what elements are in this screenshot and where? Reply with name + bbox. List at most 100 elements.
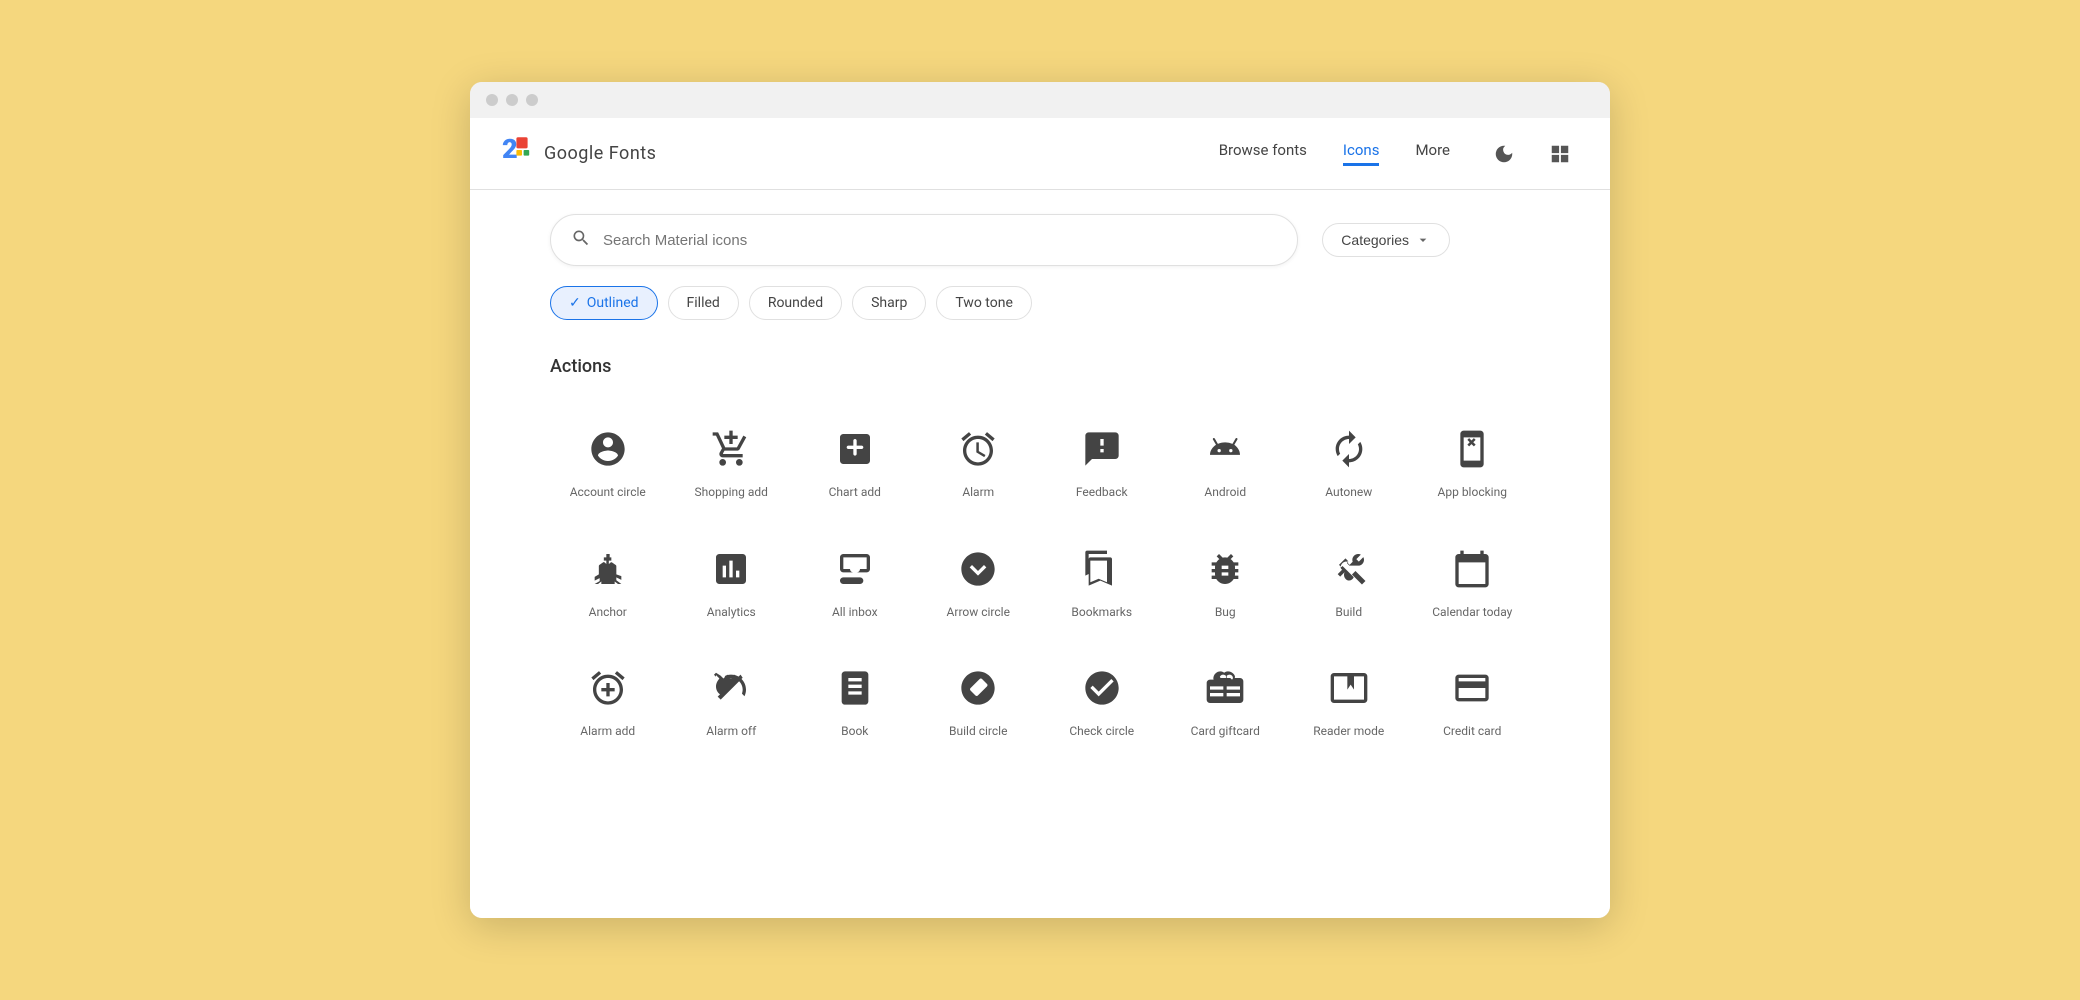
check-icon: ✓ [569,295,581,311]
pill-two-tone[interactable]: Two tone [936,286,1032,320]
alarm-add-label: Alarm add [580,724,635,740]
analytics-label: Analytics [707,605,756,621]
autonew-icon [1325,425,1373,473]
actions-section: Actions Account circle Shopping add [470,320,1610,764]
section-title-actions: Actions [550,356,1530,377]
app-blocking-icon [1448,425,1496,473]
credit-card-label: Credit card [1443,724,1501,740]
icon-grid-row2: Anchor Analytics All inbox [550,525,1530,645]
nav-more[interactable]: More [1415,141,1450,166]
pill-rounded[interactable]: Rounded [749,286,842,320]
icon-arrow-circle[interactable]: Arrow circle [921,525,1037,637]
android-label: Android [1204,485,1246,501]
icon-android[interactable]: Android [1168,405,1284,517]
card-giftcard-label: Card giftcard [1191,724,1260,740]
card-giftcard-icon [1201,664,1249,712]
icon-check-circle[interactable]: Check circle [1044,644,1160,756]
browser-dot-red [486,94,498,106]
grid-view-button[interactable] [1542,136,1578,172]
browser-bar [470,82,1610,118]
analytics-icon [707,545,755,593]
icon-bug[interactable]: Bug [1168,525,1284,637]
all-inbox-icon [831,545,879,593]
categories-button[interactable]: Categories [1322,223,1450,257]
bug-icon [1201,545,1249,593]
account-circle-label: Account circle [570,485,646,501]
calendar-today-icon [1448,545,1496,593]
icon-card-giftcard[interactable]: Card giftcard [1168,644,1284,756]
search-icon [571,228,591,253]
logo-text: Google Fonts [544,143,656,164]
chart-add-label: Chart add [829,485,881,501]
nav-icons[interactable]: Icons [1343,141,1380,166]
icon-shopping-add[interactable]: Shopping add [674,405,790,517]
build-circle-icon [954,664,1002,712]
browser-dot-yellow [506,94,518,106]
feedback-icon [1078,425,1126,473]
icon-book[interactable]: Book [797,644,913,756]
pill-filled[interactable]: Filled [668,286,739,320]
build-icon [1325,545,1373,593]
alarm-add-icon [584,664,632,712]
icon-chart-add[interactable]: Chart add [797,405,913,517]
shopping-add-label: Shopping add [695,485,768,501]
bookmarks-label: Bookmarks [1071,605,1132,621]
anchor-label: Anchor [589,605,627,621]
icon-alarm[interactable]: Alarm [921,405,1037,517]
icon-credit-card[interactable]: Credit card [1415,644,1531,756]
icon-feedback[interactable]: Feedback [1044,405,1160,517]
icon-build-circle[interactable]: Build circle [921,644,1037,756]
feedback-label: Feedback [1076,485,1128,501]
bookmarks-icon [1078,545,1126,593]
nav-links: Browse fonts Icons More [1219,141,1450,166]
shopping-add-icon [707,425,755,473]
logo-area: 2 Google Fonts [502,134,1219,173]
icon-anchor[interactable]: Anchor [550,525,666,637]
svg-text:2: 2 [502,134,517,165]
arrow-circle-label: Arrow circle [947,605,1010,621]
alarm-icon [954,425,1002,473]
main-content: 2 Google Fonts Browse fonts Icons More [470,118,1610,918]
dark-mode-button[interactable] [1486,136,1522,172]
all-inbox-label: All inbox [832,605,878,621]
account-circle-icon [584,425,632,473]
icon-bookmarks[interactable]: Bookmarks [1044,525,1160,637]
check-circle-icon [1078,664,1126,712]
icon-build[interactable]: Build [1291,525,1407,637]
book-label: Book [841,724,868,740]
icon-grid-row3: Alarm add Alarm off Book [550,644,1530,764]
browser-dot-green [526,94,538,106]
icon-all-inbox[interactable]: All inbox [797,525,913,637]
book-icon [831,664,879,712]
search-input[interactable] [603,232,1277,249]
pill-sharp[interactable]: Sharp [852,286,926,320]
icon-alarm-off[interactable]: Alarm off [674,644,790,756]
icon-autonew[interactable]: Autonew [1291,405,1407,517]
pill-outlined[interactable]: ✓ Outlined [550,286,658,320]
filter-pills: ✓ Outlined Filled Rounded Sharp Two tone [470,266,1610,320]
logo-icon: 2 [502,134,534,173]
chart-add-icon [831,425,879,473]
icon-calendar-today[interactable]: Calendar today [1415,525,1531,637]
search-section: Categories [470,190,1610,266]
build-circle-label: Build circle [949,724,1007,740]
alarm-label: Alarm [962,485,994,501]
anchor-icon [584,545,632,593]
nav-browse-fonts[interactable]: Browse fonts [1219,141,1307,166]
icon-reader-mode[interactable]: Reader mode [1291,644,1407,756]
header: 2 Google Fonts Browse fonts Icons More [470,118,1610,190]
icon-account-circle[interactable]: Account circle [550,405,666,517]
reader-mode-icon [1325,664,1373,712]
search-bar [550,214,1298,266]
calendar-today-label: Calendar today [1432,605,1512,621]
icon-analytics[interactable]: Analytics [674,525,790,637]
build-label: Build [1335,605,1362,621]
icon-app-blocking[interactable]: App blocking [1415,405,1531,517]
app-blocking-label: App blocking [1438,485,1507,501]
check-circle-label: Check circle [1069,724,1134,740]
autonew-label: Autonew [1325,485,1372,501]
bug-label: Bug [1215,605,1236,621]
icon-alarm-add[interactable]: Alarm add [550,644,666,756]
alarm-off-icon [707,664,755,712]
reader-mode-label: Reader mode [1313,724,1384,740]
